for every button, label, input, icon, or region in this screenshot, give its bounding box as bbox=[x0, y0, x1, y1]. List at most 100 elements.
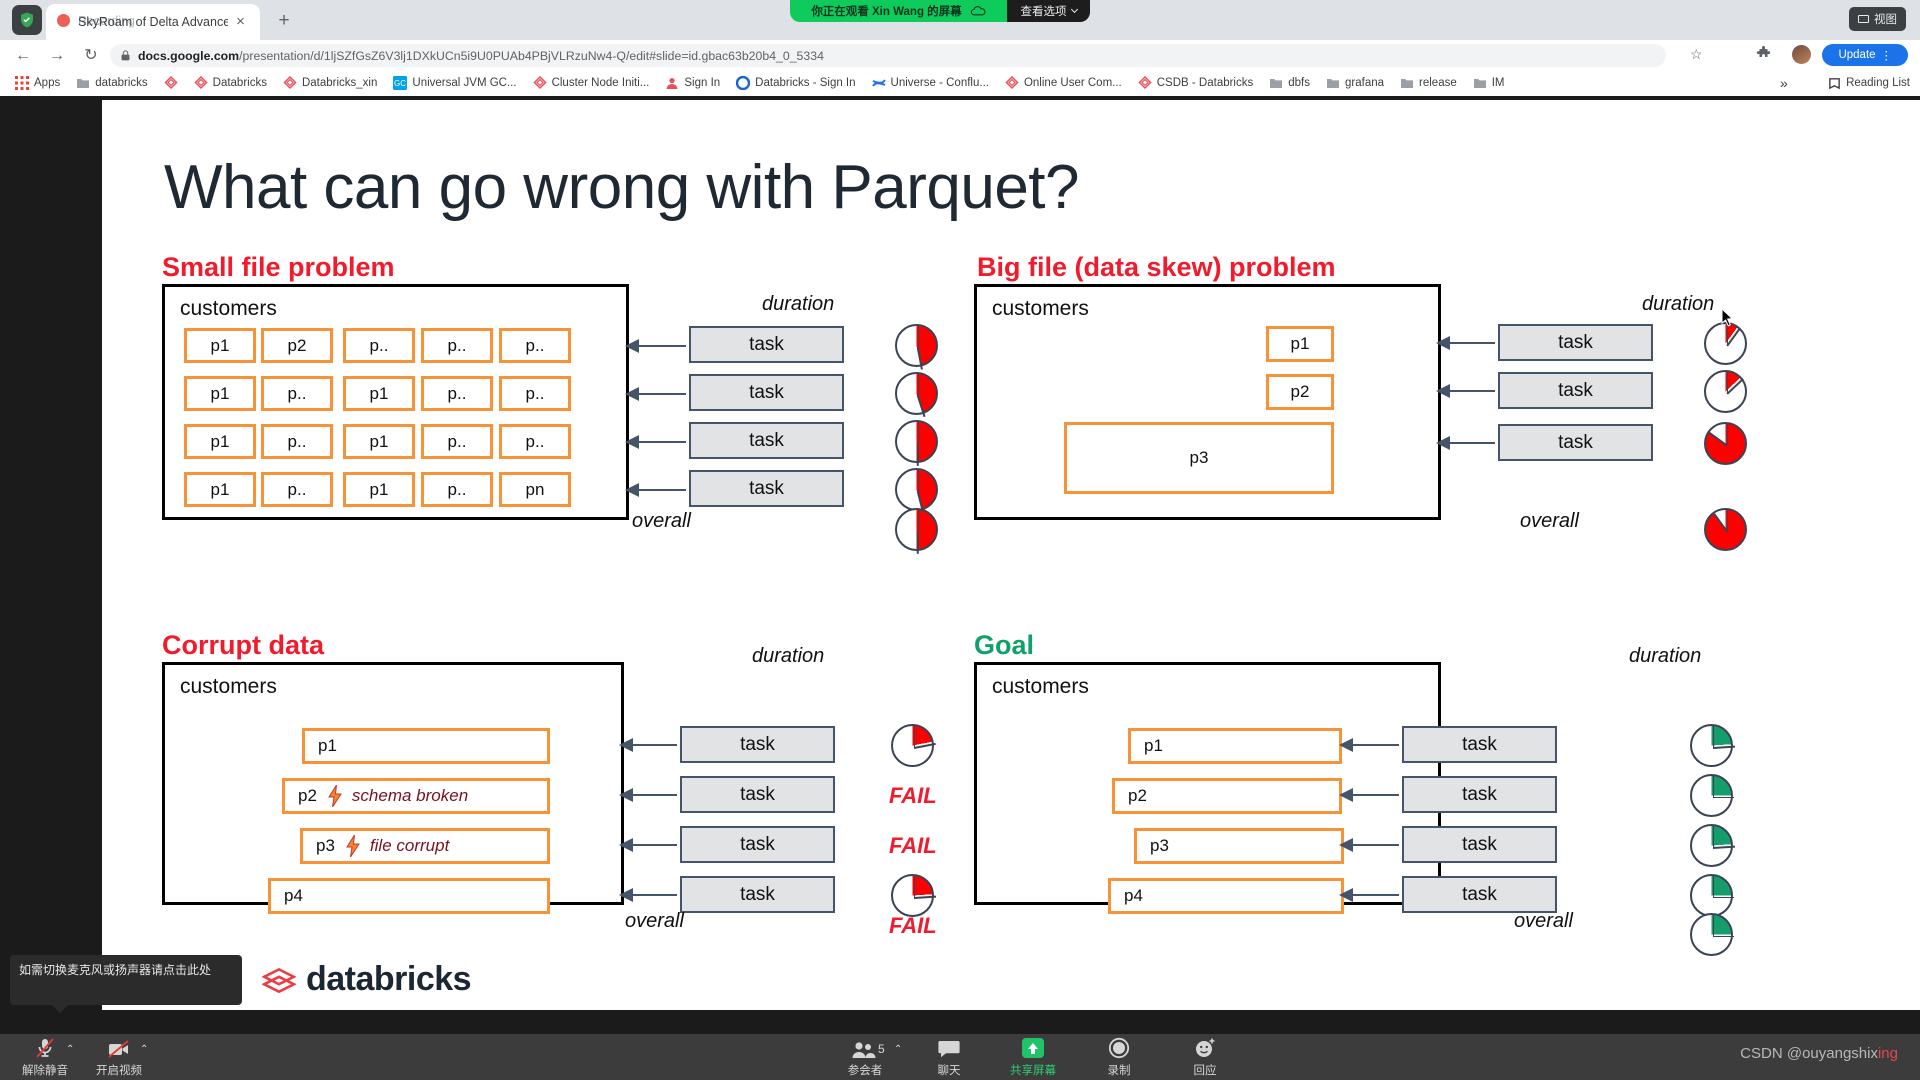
pie-radius bbox=[917, 510, 920, 532]
zoom-control-reactions[interactable]: 回应 bbox=[1168, 1037, 1242, 1078]
duration-pie bbox=[1704, 422, 1747, 465]
reload-button[interactable]: ↻ bbox=[80, 45, 102, 67]
task-box[interactable]: task bbox=[689, 374, 844, 411]
view-options-label: 查看选项 bbox=[1020, 6, 1067, 18]
extensions-puzzle-icon[interactable] bbox=[1756, 46, 1772, 62]
bookmark-label: IM bbox=[1491, 77, 1505, 89]
pie-radius bbox=[1712, 745, 1735, 749]
bookmark-item-databricks-sign-in[interactable]: Databricks - Sign In bbox=[729, 74, 862, 92]
task-box[interactable]: task bbox=[689, 422, 844, 459]
bookmark-page-icon bbox=[1005, 75, 1019, 90]
close-icon[interactable]: × bbox=[233, 14, 248, 30]
bookmark-item-universal-jvm-gc[interactable]: GC Universal JVM GC... bbox=[386, 74, 523, 92]
bookmark-item-databricks-xin[interactable]: Databricks_xin bbox=[276, 74, 384, 92]
view-options-button[interactable]: 查看选项 bbox=[1007, 0, 1090, 22]
back-button[interactable]: ← bbox=[12, 45, 34, 67]
bookmark-item-csdb-databricks[interactable]: CSDB - Databricks bbox=[1131, 74, 1261, 92]
zoom-control-record[interactable]: 录制 bbox=[1082, 1037, 1156, 1078]
task-box[interactable]: task bbox=[1402, 726, 1557, 763]
task-box[interactable]: task bbox=[1402, 776, 1557, 813]
bookmark-page-icon bbox=[533, 75, 547, 90]
duration-label-goal: duration bbox=[1629, 645, 1702, 667]
pie-radius bbox=[917, 422, 920, 444]
task-box[interactable]: task bbox=[1498, 372, 1653, 409]
task-box[interactable]: task bbox=[680, 826, 835, 863]
screen-share-banner: 你正在观看 Xin Wang 的屏幕 查看选项 bbox=[790, 0, 1090, 22]
camera-off-icon bbox=[107, 1037, 131, 1059]
zoom-control-share-screen[interactable]: 共享屏幕 bbox=[996, 1037, 1070, 1078]
duration-label-big-file: duration bbox=[1642, 293, 1715, 315]
duration-pie bbox=[1704, 322, 1747, 365]
lightning-bolt-icon bbox=[327, 784, 343, 808]
bookmarks-overflow-button[interactable]: » bbox=[1780, 75, 1788, 91]
bookmark-item-im[interactable]: IM bbox=[1466, 74, 1512, 92]
pie-radius bbox=[1726, 378, 1743, 395]
connector-arrow bbox=[1339, 738, 1399, 752]
task-box[interactable]: task bbox=[1498, 424, 1653, 461]
pie-radius bbox=[1712, 776, 1715, 798]
bookmark-item-universe-conflu[interactable]: Universe - Conflu... bbox=[865, 74, 996, 92]
mic-muted-icon bbox=[35, 1037, 55, 1059]
zoom-control-participants[interactable]: 参会者 bbox=[828, 1037, 902, 1078]
partition-cell: p.. bbox=[343, 328, 415, 363]
address-bar[interactable]: docs.google.com/presentation/d/1ljSZfGsZ… bbox=[110, 44, 1666, 67]
browser-tab[interactable]: Recording SkyRoam of Delta Advanced - G … bbox=[46, 4, 260, 40]
reading-list-button[interactable]: Reading List bbox=[1828, 77, 1910, 90]
chevron-up-icon[interactable]: ⌃ bbox=[140, 1044, 148, 1055]
duration-pie bbox=[1690, 824, 1735, 867]
chevron-up-icon[interactable]: ⌃ bbox=[66, 1044, 74, 1055]
window-view-button[interactable]: 视图 bbox=[1849, 7, 1906, 31]
partition-cell: p1 bbox=[343, 376, 415, 411]
bookmark-item-databricks[interactable]: databricks bbox=[69, 74, 154, 92]
bookmark-item-online-user-com[interactable]: Online User Com... bbox=[998, 74, 1129, 92]
new-tab-button[interactable]: + bbox=[272, 10, 296, 34]
partition-box: p3 bbox=[1064, 422, 1334, 494]
partition-name: p4 bbox=[284, 886, 303, 905]
bookmark-item-untitled-2[interactable] bbox=[157, 74, 185, 92]
extension-shield-icon[interactable] bbox=[12, 5, 42, 35]
panel-label-corrupt: customers bbox=[180, 675, 277, 698]
pie-radius bbox=[917, 470, 920, 492]
overall-label-small-file: overall bbox=[632, 510, 691, 532]
connector-arrow bbox=[619, 888, 677, 902]
browser-chrome: Recording SkyRoam of Delta Advanced - G … bbox=[0, 0, 1920, 110]
bookmark-item-apps[interactable]: Apps bbox=[8, 74, 67, 92]
connector-arrow bbox=[619, 838, 677, 852]
bookmark-item-release[interactable]: release bbox=[1393, 74, 1464, 92]
task-box[interactable]: task bbox=[1498, 324, 1653, 361]
bookmark-item-cluster-node-initi[interactable]: Cluster Node Initi... bbox=[526, 74, 657, 92]
task-box[interactable]: task bbox=[680, 726, 835, 763]
bookmark-label: grafana bbox=[1345, 77, 1385, 89]
window-view-label: 视图 bbox=[1874, 14, 1897, 26]
pie-radius bbox=[913, 726, 916, 748]
task-box[interactable]: task bbox=[689, 470, 844, 507]
bookmark-item-sign-in[interactable]: Sign In bbox=[658, 74, 727, 92]
google-slide[interactable]: What can go wrong with Parquet? Small fi… bbox=[102, 100, 1920, 1010]
share-screen-icon bbox=[1020, 1037, 1046, 1059]
bookmark-page-icon bbox=[1138, 75, 1152, 90]
partition-cell: p.. bbox=[421, 328, 493, 363]
update-button[interactable]: Update ⋮ bbox=[1822, 44, 1908, 66]
bookmark-label: Databricks - Sign In bbox=[755, 77, 856, 89]
chevron-up-icon[interactable]: ⌃ bbox=[894, 1044, 902, 1055]
avatar[interactable] bbox=[1792, 45, 1811, 64]
task-box[interactable]: task bbox=[680, 876, 835, 913]
bookmark-star-icon[interactable]: ☆ bbox=[1690, 46, 1703, 63]
tab-strip: Recording SkyRoam of Delta Advanced - G … bbox=[0, 0, 1920, 40]
partition-cell: p1 bbox=[343, 424, 415, 459]
overall-fail-label: FAIL bbox=[889, 913, 937, 938]
watermark-prefix: CSDN @ouyangshix bbox=[1740, 1045, 1878, 1062]
task-box[interactable]: task bbox=[680, 776, 835, 813]
bookmark-item-grafana[interactable]: grafana bbox=[1319, 74, 1391, 92]
partition-note: schema broken bbox=[351, 786, 469, 805]
pie-radius bbox=[916, 347, 923, 369]
task-box[interactable]: task bbox=[689, 326, 844, 363]
bookmark-label: databricks bbox=[95, 77, 148, 89]
bookmark-item-databricks[interactable]: Databricks bbox=[187, 74, 274, 92]
bookmark-item-dbfs[interactable]: dbfs bbox=[1262, 74, 1317, 92]
task-box[interactable]: task bbox=[1402, 876, 1557, 913]
forward-button[interactable]: → bbox=[46, 45, 68, 67]
task-box[interactable]: task bbox=[1402, 826, 1557, 863]
duration-pie bbox=[895, 468, 938, 513]
zoom-control-chat[interactable]: 聊天 bbox=[912, 1037, 986, 1078]
